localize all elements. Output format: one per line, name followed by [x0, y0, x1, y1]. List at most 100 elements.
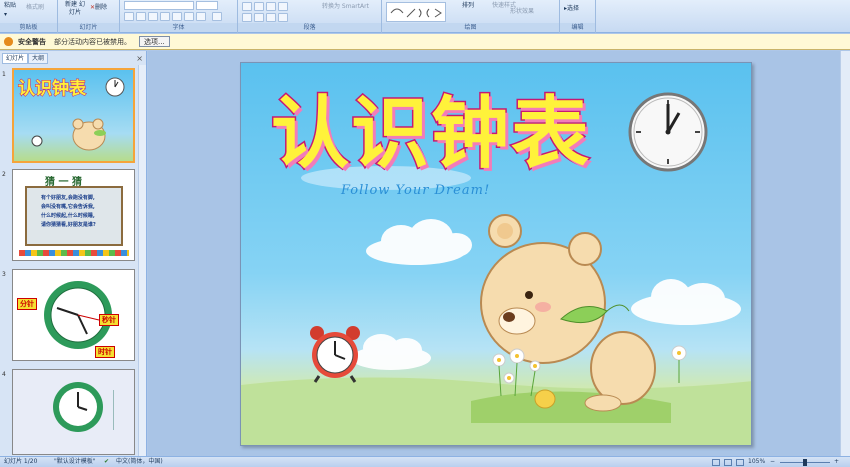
ribbon-group-paragraph: 转换为 SmartArt 段落 — [238, 0, 382, 33]
riddle-text: 有个好朋友,会跑没有脚, 会叫没有嘴,它会告诉我, 什么时候起,什么时候睡, 请… — [27, 188, 121, 230]
smartart-button[interactable]: 转换为 SmartArt — [322, 3, 369, 11]
flowers-icon — [492, 348, 541, 397]
slide-thumbnail-4[interactable] — [12, 369, 135, 455]
alarm-clock-icon[interactable] — [307, 325, 363, 383]
main-slide[interactable]: 认识钟表 Follow Your Dream! — [240, 62, 752, 446]
select-button[interactable]: ▸选择 — [564, 5, 579, 13]
decoration-line — [113, 390, 121, 430]
normal-view-icon[interactable] — [712, 459, 720, 466]
ribbon-group-label: 字体 — [120, 23, 237, 32]
slide-title[interactable]: 认识钟表 — [269, 71, 591, 183]
tab-slides[interactable]: 幻灯片 — [2, 53, 29, 64]
options-button[interactable]: 选项... — [139, 36, 170, 47]
slide-number: 3 — [2, 271, 6, 278]
ribbon-group-clipboard: 粘贴 ▾ 格式刷 剪贴板 — [0, 0, 58, 33]
alarm-clock-icon — [31, 135, 43, 147]
align-right-button[interactable] — [266, 13, 276, 22]
slide-number: 2 — [2, 171, 6, 178]
shapes-icon — [390, 8, 442, 18]
ribbon-group-label: 幻灯片 — [58, 23, 119, 32]
security-warning-message: 部分活动内容已被禁用。 — [54, 37, 131, 46]
paste-icon: ▾ — [4, 11, 8, 18]
slide-thumbnail-2[interactable]: 猜 一 猜 有个好朋友,会跑没有脚, 会叫没有嘴,它会告诉我, 什么时候起,什么… — [12, 169, 135, 261]
letters-strip — [19, 250, 129, 256]
align-left-button[interactable] — [242, 13, 252, 22]
ribbon-group-label: 剪贴板 — [0, 23, 57, 32]
select-label: 选择 — [567, 5, 580, 12]
slide-number: 4 — [2, 371, 6, 378]
zoom-slider-thumb[interactable] — [803, 459, 807, 466]
spellcheck-icon[interactable]: ✔ — [104, 457, 109, 467]
ribbon-group-label: 段落 — [238, 23, 381, 32]
strikethrough-button[interactable] — [160, 12, 170, 21]
riddle-line: 什么时候起,什么时候睡, — [41, 213, 95, 219]
slides-panel: 幻灯片 大纲 × 1 认识钟表 2 猜 一 猜 有个好朋友,会跑没有脚, 会叫没… — [0, 51, 147, 456]
paste-button[interactable]: 粘贴 — [4, 2, 16, 10]
ribbon: 粘贴 ▾ 格式刷 剪贴板 新建 幻灯片 ✕删除 幻灯片 字体 转换为 Smart… — [0, 0, 850, 33]
ribbon-group-editing: ▸选择 编辑 — [560, 0, 596, 33]
line-spacing-button[interactable] — [278, 2, 288, 11]
second-hand-label: 秒针 — [99, 314, 119, 326]
bullets-button[interactable] — [242, 2, 252, 11]
panel-scrollbar[interactable] — [138, 65, 146, 456]
clock-icon — [105, 77, 125, 97]
zoom-out-icon[interactable]: − — [770, 457, 775, 467]
theme-name: "默认设计模板" — [54, 458, 96, 465]
slide-position: 幻灯片 1/20 — [4, 458, 38, 465]
new-slide-button[interactable]: 新建 幻灯片 — [64, 1, 86, 17]
shield-icon — [4, 37, 13, 46]
ribbon-group-label: 编辑 — [560, 23, 595, 32]
riddle-line: 有个好朋友,会跑没有脚, — [41, 195, 95, 201]
slide-subtitle[interactable]: Follow Your Dream! — [341, 183, 490, 198]
underline-button[interactable] — [148, 12, 158, 21]
font-name-dropdown[interactable] — [124, 1, 194, 10]
clock-icon — [53, 382, 103, 432]
justify-button[interactable] — [278, 13, 288, 22]
security-warning-bar: 安全警告 部分活动内容已被禁用。 选项... — [0, 34, 850, 50]
delete-slide-button[interactable]: ✕删除 — [90, 4, 107, 12]
wall-clock-icon[interactable] — [627, 91, 709, 173]
editor-scrollbar[interactable] — [840, 51, 850, 456]
shadow-button[interactable] — [172, 12, 182, 21]
flower-icon — [671, 345, 687, 383]
slide-number: 1 — [2, 71, 6, 78]
close-icon[interactable]: × — [136, 54, 143, 63]
slide-sorter-icon[interactable] — [724, 459, 732, 466]
ribbon-group-label: 绘图 — [382, 23, 559, 32]
ribbon-group-slides: 新建 幻灯片 ✕删除 幻灯片 — [58, 0, 120, 33]
bold-button[interactable] — [124, 12, 134, 21]
thumbnail-title: 认识钟表 — [18, 79, 87, 100]
bear-icon — [72, 118, 106, 151]
slide-thumbnail-1[interactable]: 认识钟表 — [12, 68, 135, 163]
riddle-line: 请你猜猜看,好朋友是谁? — [41, 222, 96, 228]
riddle-scroll: 有个好朋友,会跑没有脚, 会叫没有嘴,它会告诉我, 什么时候起,什么时候睡, 请… — [25, 186, 123, 246]
ribbon-group-font: 字体 — [120, 0, 238, 33]
align-center-button[interactable] — [254, 13, 264, 22]
hour-hand-label: 时针 — [95, 346, 115, 358]
format-painter-button[interactable]: 格式刷 — [26, 4, 44, 12]
italic-button[interactable] — [136, 12, 146, 21]
slideshow-icon[interactable] — [736, 459, 744, 466]
font-size-dropdown[interactable] — [196, 1, 218, 10]
case-button[interactable] — [196, 12, 206, 21]
panel-tabs: 幻灯片 大纲 × — [0, 53, 147, 65]
ribbon-group-drawing: 排列 快速样式 形状效果 绘图 — [382, 0, 560, 33]
shapes-gallery[interactable] — [386, 2, 446, 22]
zoom-level[interactable]: 105% — [748, 457, 765, 467]
indent-button[interactable] — [266, 2, 276, 11]
tab-outline[interactable]: 大纲 — [28, 53, 49, 64]
shape-effects-button[interactable]: 形状效果 — [510, 8, 534, 16]
delete-label: 删除 — [95, 4, 108, 11]
spacing-button[interactable] — [184, 12, 194, 21]
slide-editor: 认识钟表 Follow Your Dream! — [148, 51, 850, 456]
zoom-in-icon[interactable]: + — [834, 457, 839, 467]
language[interactable]: 中文(简体，中国) — [116, 457, 163, 467]
arrange-button[interactable]: 排列 — [462, 2, 474, 10]
minute-hand-label: 分针 — [17, 298, 37, 310]
numbering-button[interactable] — [254, 2, 264, 11]
riddle-line: 会叫没有嘴,它会告诉我, — [41, 204, 95, 210]
security-warning-title: 安全警告 — [18, 37, 46, 46]
status-bar: 幻灯片 1/20 "默认设计模板" ✔ 中文(简体，中国) 105% − + — [0, 456, 850, 467]
slide-thumbnail-3[interactable]: 分针 秒针 时针 — [12, 269, 135, 361]
font-color-button[interactable] — [212, 12, 222, 21]
